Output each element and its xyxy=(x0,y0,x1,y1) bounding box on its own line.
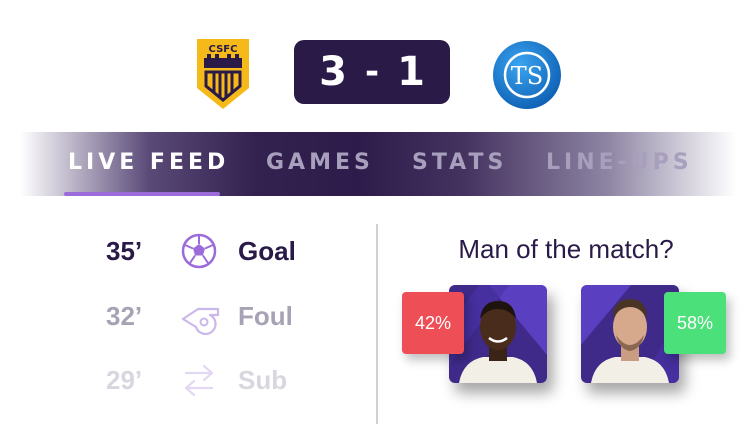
home-score: 3 xyxy=(319,49,347,95)
whistle-icon xyxy=(180,297,220,336)
home-team-crest[interactable]: CSFC xyxy=(196,38,250,110)
motm-title: Man of the match? xyxy=(458,234,674,264)
feed-event: Sub xyxy=(238,365,288,395)
scoreboard: 3 - 1 xyxy=(294,40,450,104)
home-crest-text: CSFC xyxy=(209,44,238,55)
substitution-icon xyxy=(180,361,218,399)
feed-event: Foul xyxy=(238,301,293,331)
tab-games[interactable]: GAMES xyxy=(266,150,374,175)
score-separator: - xyxy=(364,52,380,92)
away-crest-text: TS xyxy=(511,62,543,90)
section-divider xyxy=(376,224,378,424)
tab-line-ups[interactable]: LINE-UPS xyxy=(546,150,693,175)
feed-item-sub[interactable]: 29’ Sub xyxy=(106,361,346,401)
away-score: 1 xyxy=(397,49,425,95)
tab-live-feed[interactable]: LIVE FEED xyxy=(68,150,229,175)
away-team-crest[interactable]: TS xyxy=(492,40,562,110)
feed-event: Goal xyxy=(238,236,296,266)
active-tab-indicator xyxy=(64,192,220,196)
tab-stats[interactable]: STATS xyxy=(412,150,507,175)
feed-minute: 29’ xyxy=(106,365,143,395)
player-2-vote-percent[interactable]: 58% xyxy=(664,292,726,354)
feed-item-foul[interactable]: 32’ Foul xyxy=(106,297,346,337)
feed-item-goal[interactable]: 35’ Goal xyxy=(106,232,346,272)
football-icon xyxy=(180,232,218,270)
tab-bar: LIVE FEED GAMES STATS LINE-UPS xyxy=(20,132,736,196)
home-crest-icon: CSFC xyxy=(197,39,249,109)
feed-minute: 32’ xyxy=(106,301,143,331)
player-1-vote-percent[interactable]: 42% xyxy=(402,292,464,354)
feed-minute: 35’ xyxy=(106,236,143,266)
away-crest-icon: TS xyxy=(493,41,561,109)
